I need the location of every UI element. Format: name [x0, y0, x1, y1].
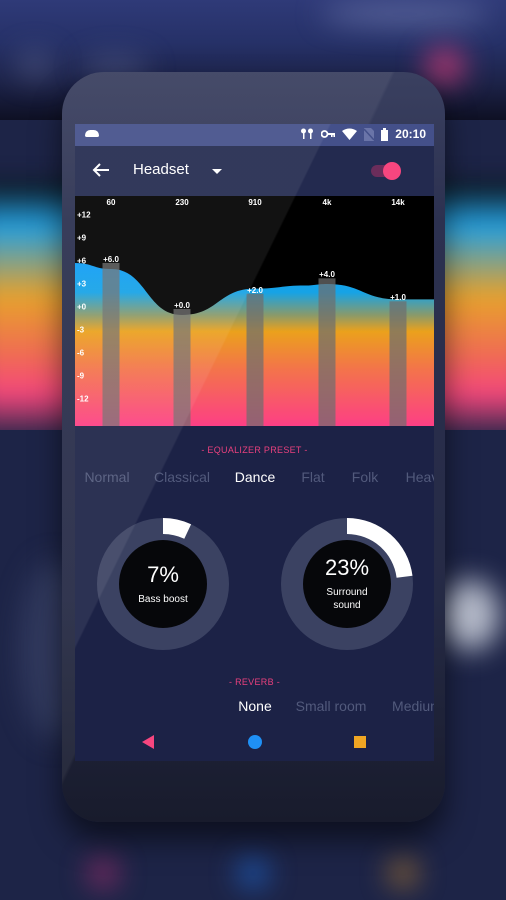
eq-frequency-label: 230 [175, 198, 189, 207]
status-time: 20:10 [395, 127, 426, 141]
eq-gain-tick: +6 [77, 256, 87, 266]
earbuds-icon [301, 128, 314, 139]
knob-label-line: sound [333, 600, 361, 611]
eq-gain-tick: -12 [77, 394, 89, 404]
eq-band-value: +4.0 [319, 270, 335, 280]
eq-frequency-label: 60 [106, 198, 116, 207]
reverb-label: - REVERB - [228, 677, 280, 687]
eq-gain-tick: -3 [77, 325, 85, 335]
caret-down-icon[interactable] [212, 169, 222, 174]
eq-band-value: +2.0 [247, 285, 263, 295]
reverb-option[interactable]: Small room [296, 698, 367, 714]
eq-gain-tick: +3 [77, 279, 87, 289]
equalizer-graph[interactable]: 60 230 910 4k 14k +12 +9 +6 +3 +0 -3 -6 -9 -12 +6.0 +0.… [75, 196, 434, 426]
background-blur-spot [440, 580, 500, 650]
eq-gain-tick: -9 [77, 371, 85, 381]
background-blur-spot [388, 858, 418, 888]
eq-gain-tick: -6 [77, 348, 85, 358]
preset-option[interactable]: Dance [235, 469, 275, 485]
eq-frequency-label: 910 [248, 198, 262, 207]
background-blur-spot [88, 858, 118, 888]
reverb-option[interactable]: None [238, 698, 271, 714]
cloud-icon [85, 130, 99, 137]
equalizer-svg [75, 263, 434, 426]
preset-option[interactable]: Heav [406, 469, 434, 485]
nav-home-icon[interactable] [248, 735, 262, 749]
navigation-bar [75, 728, 434, 761]
background-blur-spot [425, 48, 465, 84]
preset-option[interactable]: Classical [154, 469, 210, 485]
preset-option[interactable]: Folk [352, 469, 378, 485]
background-blur-spot [15, 50, 55, 80]
bass-boost-knob[interactable]: 7% Bass boost [97, 518, 229, 650]
eq-frequency-label: 4k [322, 198, 332, 207]
equalizer-enable-toggle[interactable] [371, 162, 403, 180]
knob-label: Surround sound [326, 586, 367, 612]
background-blur-spot [238, 858, 268, 888]
app-screen: 20:10 Headset 60 230 910 4k 14k +12 +9 +… [75, 124, 434, 761]
eq-gain-tick: +9 [77, 233, 87, 243]
wifi-icon [342, 128, 358, 140]
surround-sound-knob[interactable]: 23% Surround sound [281, 518, 413, 650]
eq-frequency-label: 14k [391, 198, 405, 207]
eq-band-slider[interactable] [246, 293, 264, 426]
status-bar: 20:10 [75, 124, 434, 146]
knob-percentage: 23% [324, 555, 370, 580]
battery-icon [381, 127, 389, 141]
eq-band-value: +1.0 [390, 293, 406, 303]
reverb-option[interactable]: Mediun [392, 698, 434, 714]
toggle-thumb [383, 162, 401, 180]
vpn-key-icon [321, 130, 336, 138]
knob-label-line: Surround [326, 587, 368, 598]
knob-center: 23% Surround sound [303, 540, 391, 628]
equalizer-preset-label: - EQUALIZER PRESET - [201, 445, 308, 455]
eq-band-slider[interactable] [102, 263, 120, 426]
eq-gain-tick: +12 [77, 210, 91, 220]
eq-band-value: +6.0 [103, 255, 119, 264]
knob-percentage: 7% [147, 561, 179, 587]
reverb-carousel[interactable]: None Small room Mediun [75, 698, 434, 720]
background-blur-spot [320, 2, 490, 26]
eq-band-slider[interactable] [389, 301, 407, 426]
arrow-left-icon[interactable] [89, 158, 113, 182]
nav-back-icon[interactable] [142, 735, 154, 749]
preset-option[interactable]: Normal [84, 469, 129, 485]
device-selector-title[interactable]: Headset [133, 161, 189, 178]
equalizer-preset-carousel[interactable]: Normal Classical Dance Flat Folk Heav [75, 469, 434, 491]
no-sim-icon [364, 127, 375, 141]
knob-label-line: Bass boost [138, 593, 188, 605]
eq-band-slider[interactable] [173, 309, 191, 426]
knob-center: 7% Bass boost [119, 540, 207, 628]
nav-recents-icon[interactable] [354, 736, 366, 748]
eq-gain-tick: +0 [77, 302, 87, 312]
eq-band-slider[interactable] [318, 278, 336, 426]
eq-band-value: +0.0 [174, 301, 190, 310]
preset-option[interactable]: Flat [301, 469, 324, 485]
toolbar: Headset [75, 146, 434, 196]
knob-label: Bass boost [138, 593, 187, 606]
